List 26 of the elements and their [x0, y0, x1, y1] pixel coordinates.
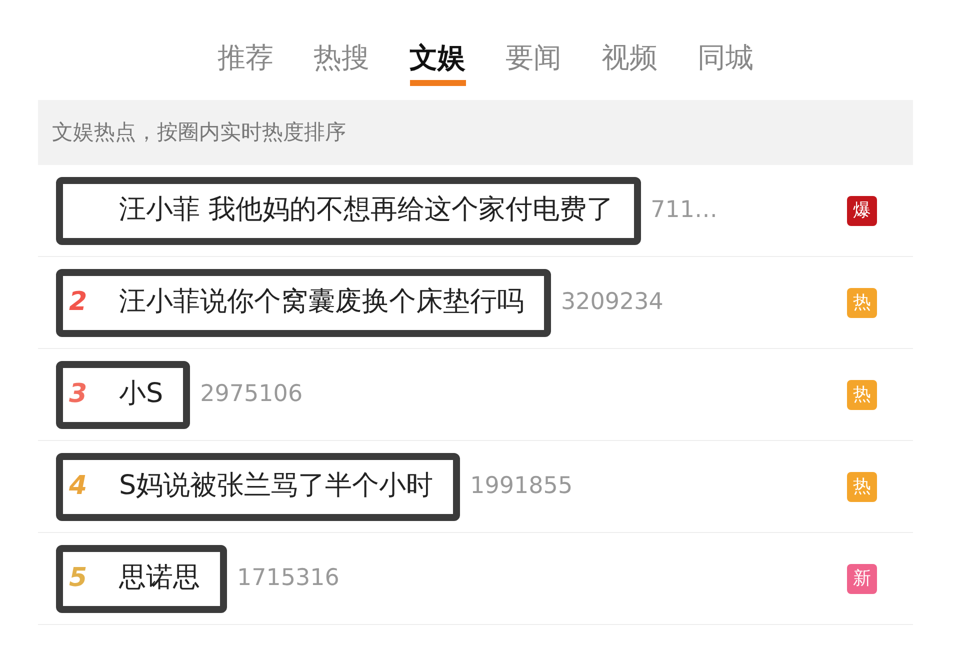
topic-title[interactable]: 汪小菲说你个窝囊废换个床垫行吗 [119, 282, 524, 323]
heat-count: 1991855 [470, 472, 573, 502]
rank-number: 4 [69, 470, 88, 503]
rank-number: 2 [69, 286, 88, 319]
topic-title[interactable]: 思诺思 [119, 558, 200, 599]
heat-count: 3209234 [561, 288, 664, 318]
rank-number: 5 [69, 562, 88, 595]
tab[interactable]: 文娱 [410, 38, 466, 86]
heat-count: 711… [650, 196, 718, 226]
rank-number: 3 [69, 378, 88, 411]
heat-count: 2975106 [200, 380, 303, 410]
status-badge: 新 [847, 564, 877, 594]
tab[interactable]: 同城 [698, 38, 754, 86]
status-badge: 热 [847, 380, 877, 410]
status-badge: 热 [847, 472, 877, 502]
tab[interactable]: 要闻 [506, 38, 562, 86]
tab[interactable]: 热搜 [314, 38, 370, 86]
tab[interactable]: 视频 [602, 38, 658, 86]
section-header: 文娱热点，按圈内实时热度排序 [52, 118, 346, 146]
status-badge: 热 [847, 288, 877, 318]
status-badge: 爆 [847, 196, 877, 226]
topic-title[interactable]: 小S [119, 374, 164, 415]
topic-title[interactable]: 汪小菲 我他妈的不想再给这个家付电费了 [119, 190, 614, 231]
heat-count: 1715316 [237, 564, 340, 594]
topic-title[interactable]: S妈说被张兰骂了半个小时 [119, 466, 434, 507]
tab[interactable]: 推荐 [218, 38, 274, 86]
